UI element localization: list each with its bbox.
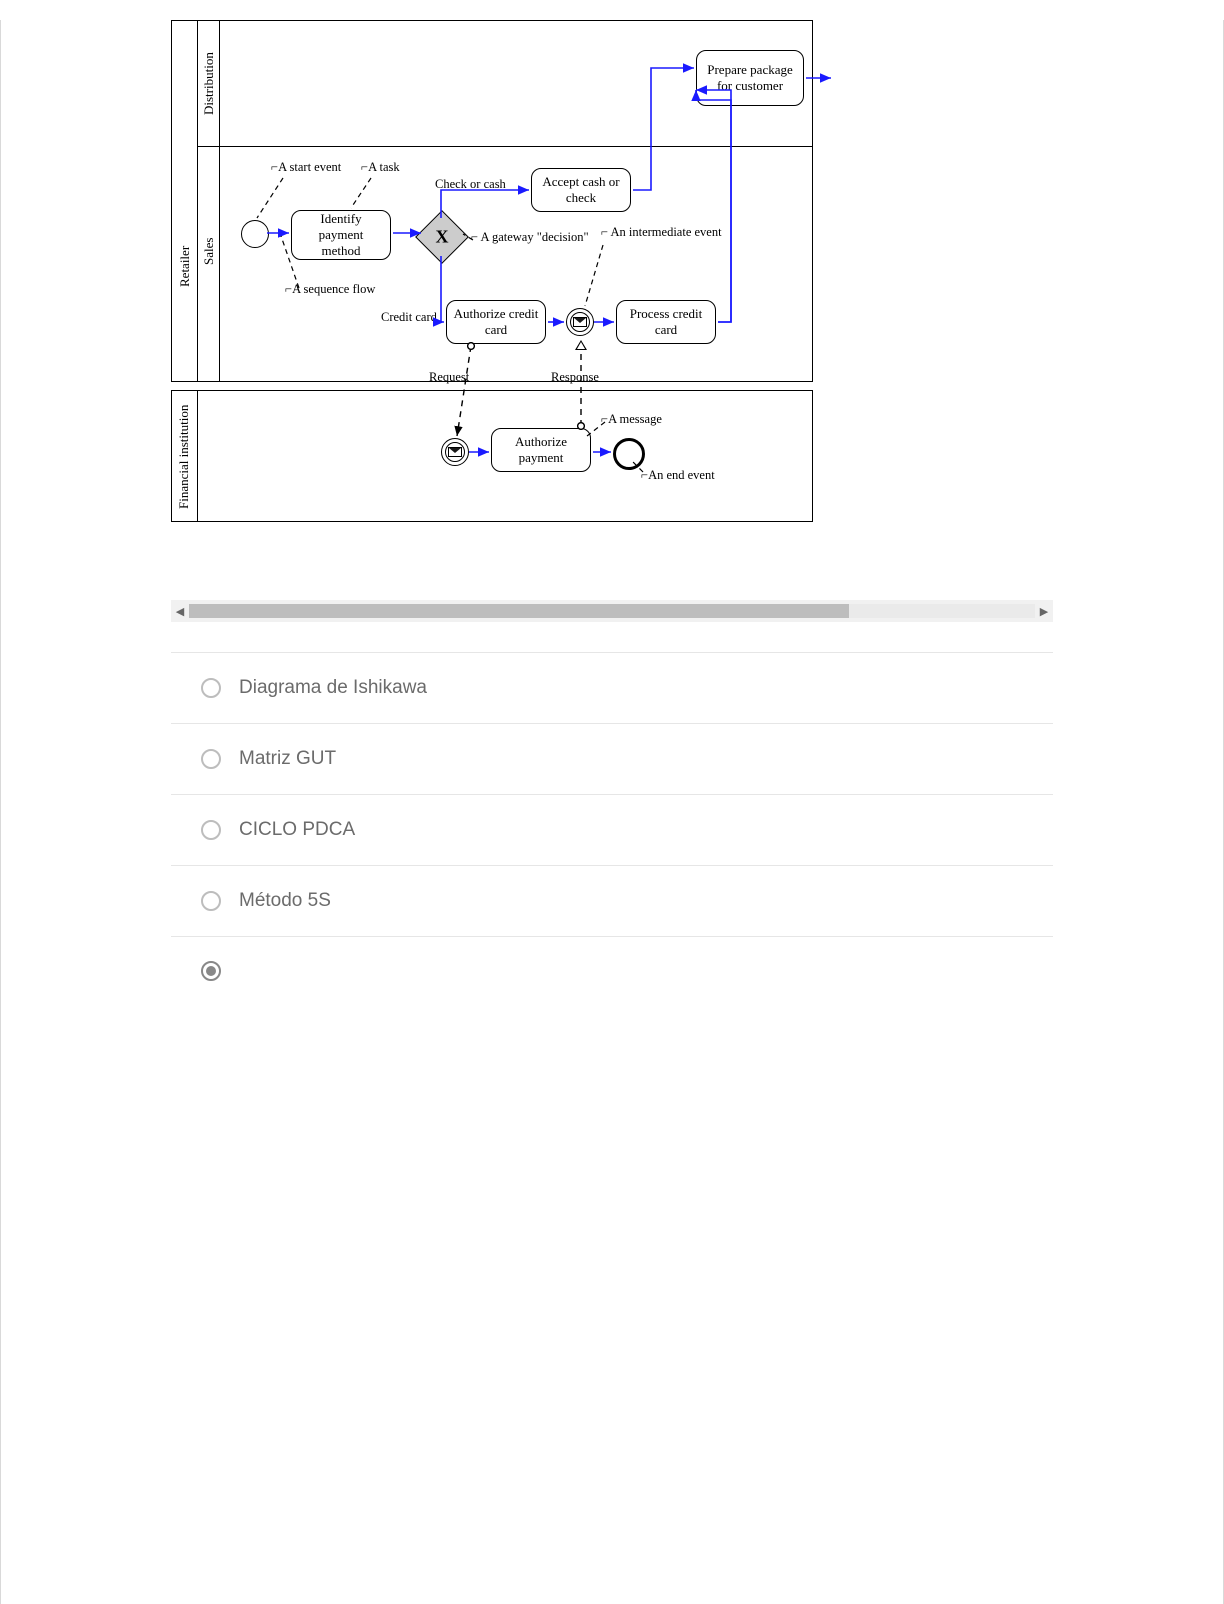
note-intermediate: ⌐ An intermediate event	[601, 225, 722, 240]
task-accept-cash: Accept cash or check	[531, 168, 631, 212]
task-process-cc: Process credit card	[616, 300, 716, 344]
scroll-track[interactable]	[189, 604, 1035, 618]
option-label: Matriz GUT	[239, 748, 336, 770]
note-request: Request	[429, 370, 469, 385]
note-check-or-cash: Check or cash	[435, 177, 506, 192]
response-arrowhead-icon	[575, 340, 587, 350]
financial-message-start	[441, 438, 469, 466]
note-credit-card: Credit card	[381, 310, 437, 325]
note-message: ⌐A message	[601, 412, 662, 427]
radio-icon[interactable]	[201, 820, 221, 840]
option-label: CICLO PDCA	[239, 819, 355, 841]
end-event	[613, 438, 645, 470]
intermediate-event-message	[566, 308, 594, 336]
task-authorize-payment: Authorize payment	[491, 428, 591, 472]
radio-icon[interactable]	[201, 891, 221, 911]
start-event	[241, 220, 269, 248]
radio-icon[interactable]	[201, 749, 221, 769]
scroll-thumb[interactable]	[189, 604, 849, 618]
task-identify-payment: Identify payment method	[291, 210, 391, 260]
note-seq-flow: ⌐A sequence flow	[285, 282, 375, 297]
task-authorize-cc: Authorize credit card	[446, 300, 546, 344]
lane-label-retailer: Retailer	[177, 216, 193, 316]
radio-icon[interactable]	[201, 961, 221, 981]
distribution-lanelabel-divider	[219, 21, 220, 146]
option-5s[interactable]: Método 5S	[171, 866, 1053, 937]
option-ishikawa[interactable]: Diagrama de Ishikawa	[171, 653, 1053, 724]
lane-label-financial: Financial institution	[176, 399, 192, 514]
note-task: ⌐A task	[361, 160, 400, 175]
task-prepare-package: Prepare package for customer	[696, 50, 804, 106]
option-selected-blank[interactable]	[171, 937, 1053, 1005]
note-end-event: ⌐An end event	[641, 468, 715, 483]
sales-lanelabel-divider	[219, 146, 220, 381]
page: Distribution Retailer Sales Financial in…	[0, 20, 1224, 1604]
option-label: Método 5S	[239, 890, 331, 912]
option-gut[interactable]: Matriz GUT	[171, 724, 1053, 795]
lane-label-distribution: Distribution	[201, 36, 217, 131]
note-gateway: ⌐ A gateway "decision"	[471, 230, 589, 245]
content-column: Distribution Retailer Sales Financial in…	[171, 20, 1053, 1005]
envelope-icon	[448, 447, 462, 457]
option-pdca[interactable]: CICLO PDCA	[171, 795, 1053, 866]
option-label: Diagrama de Ishikawa	[239, 677, 427, 699]
financial-label-divider	[197, 391, 198, 521]
scroll-right-button[interactable]: ▶	[1035, 605, 1053, 618]
radio-icon[interactable]	[201, 678, 221, 698]
answer-options: Diagrama de Ishikawa Matriz GUT CICLO PD…	[171, 652, 1053, 1005]
horizontal-scrollbar[interactable]: ◀ ▶	[171, 600, 1053, 622]
scroll-left-button[interactable]: ◀	[171, 605, 189, 618]
note-response: Response	[551, 370, 599, 385]
envelope-icon	[573, 317, 587, 327]
note-start-event: ⌐A start event	[271, 160, 341, 175]
bpmn-diagram: Distribution Retailer Sales Financial in…	[171, 20, 1053, 520]
lane-label-sales: Sales	[201, 216, 217, 286]
